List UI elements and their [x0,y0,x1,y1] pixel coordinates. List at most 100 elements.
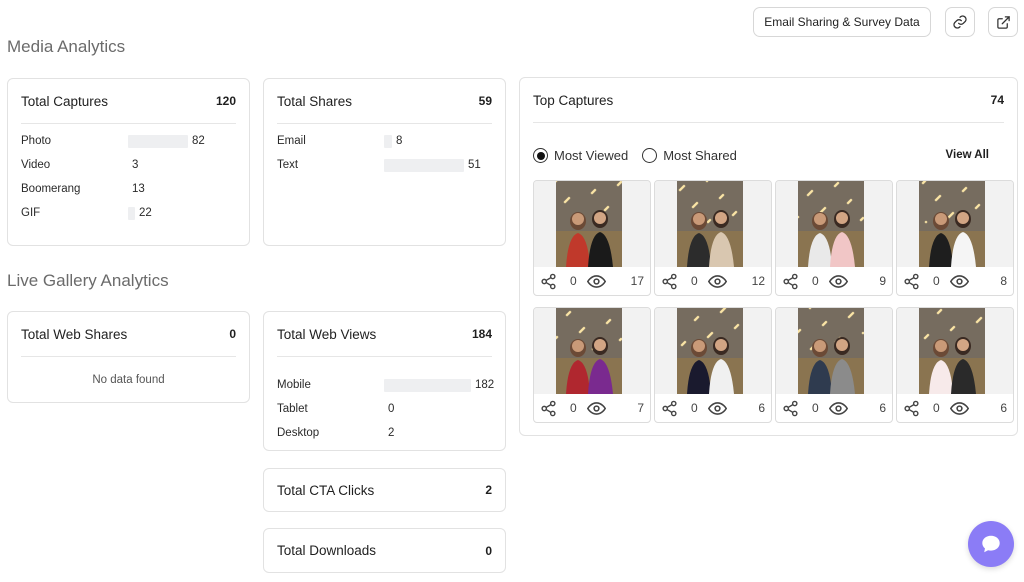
capture-thumbnail[interactable]: 0 12 [654,180,772,296]
stat-label: Desktop [277,427,320,439]
eye-icon [949,274,969,288]
email-sharing-survey-label: Email Sharing & Survey Data [764,15,920,29]
view-action[interactable] [707,272,727,291]
view-count: 6 [1000,401,1007,415]
stat-label: Mobile [277,379,311,391]
total-captures-count: 120 [215,94,236,108]
capture-thumbnail[interactable]: 0 6 [654,307,772,423]
stat-row: Mobile 182 [264,373,505,397]
media-analytics-title: Media Analytics [7,37,126,56]
view-action[interactable] [707,399,727,418]
capture-thumbnail[interactable]: 0 6 [775,307,893,423]
share-action[interactable] [540,400,557,417]
total-downloads-count: 0 [485,543,492,558]
share-icon [541,400,556,416]
external-link-icon [996,15,1010,29]
capture-stats: 0 6 [897,394,1013,422]
share-icon [662,400,677,416]
copy-link-button[interactable] [945,7,975,37]
view-count: 7 [637,401,644,415]
share-icon [783,400,798,416]
capture-stats: 0 8 [897,267,1013,295]
capture-stats: 0 6 [655,394,771,422]
total-cta-clicks-card: Total CTA Clicks 2 [263,468,506,512]
total-downloads-title: Total Downloads [277,543,377,558]
share-count: 0 [812,274,819,288]
capture-thumbnail[interactable]: 0 8 [896,180,1014,296]
eye-icon [586,401,606,415]
share-action[interactable] [782,273,799,290]
stat-label: Text [277,159,299,171]
stat-label: Tablet [277,403,308,415]
view-action[interactable] [949,399,969,418]
top-captures-title: Top Captures [533,92,614,108]
stat-bar [128,135,188,148]
capture-thumbnail[interactable]: 0 17 [533,180,651,296]
share-count: 0 [691,274,698,288]
view-all-link[interactable]: View All [946,149,989,161]
view-action[interactable] [586,399,606,418]
view-action[interactable] [586,272,606,291]
stat-row: Desktop 2 [264,421,505,445]
share-action[interactable] [661,400,678,417]
total-shares-count: 59 [478,94,492,108]
live-gallery-title: Live Gallery Analytics [7,271,169,290]
capture-photo [677,308,743,394]
capture-thumbnail[interactable]: 0 7 [533,307,651,423]
top-captures-grid: 0 17 0 12 0 9 0 8 0 7 0 6 0 6 0 6 [520,78,1017,435]
eye-icon [707,401,727,415]
filter-most-viewed-label: Most Viewed [554,148,629,163]
radio-selected-icon [533,148,548,163]
filter-most-shared[interactable]: Most Shared [642,148,737,163]
view-count: 6 [879,401,886,415]
stat-bar [384,135,392,148]
share-action[interactable] [782,400,799,417]
stat-bar [384,379,471,392]
open-external-button[interactable] [988,7,1018,37]
share-count: 0 [933,401,940,415]
capture-stats: 0 9 [776,267,892,295]
share-count: 0 [570,274,577,288]
link-icon [953,15,967,29]
stat-bar [384,159,464,172]
stat-row: Tablet 0 [264,397,505,421]
share-count: 0 [570,401,577,415]
filter-most-viewed[interactable]: Most Viewed [533,148,628,163]
share-action[interactable] [903,273,920,290]
view-action[interactable] [828,399,848,418]
stat-value: 3 [132,159,139,171]
share-action[interactable] [903,400,920,417]
capture-thumbnail[interactable]: 0 6 [896,307,1014,423]
share-count: 0 [812,401,819,415]
capture-photo [919,308,985,394]
email-sharing-survey-button[interactable]: Email Sharing & Survey Data [753,7,931,37]
eye-icon [586,274,606,288]
capture-stats: 0 17 [534,267,650,295]
stat-label: Photo [21,135,52,147]
stat-bar [128,207,135,220]
chat-bubble-icon [982,535,1000,553]
view-count: 8 [1000,274,1007,288]
capture-photo [677,181,743,267]
share-action[interactable] [661,273,678,290]
divider [533,122,1004,123]
total-web-shares-count: 0 [229,327,236,341]
stat-value: 13 [132,183,145,195]
capture-thumbnail[interactable]: 0 9 [775,180,893,296]
share-icon [541,273,556,289]
stat-row: Email 8 [264,129,505,153]
chat-button[interactable] [968,521,1014,567]
total-cta-clicks-count: 2 [485,483,492,497]
share-icon [662,273,677,289]
total-cta-clicks-title: Total CTA Clicks [277,482,375,498]
total-web-views-title: Total Web Views [277,326,377,342]
view-action[interactable] [828,272,848,291]
stat-row: Text 51 [264,153,505,177]
eye-icon [828,401,848,415]
capture-stats: 0 7 [534,394,650,422]
view-action[interactable] [949,272,969,291]
stat-value: 22 [139,207,152,219]
share-action[interactable] [540,273,557,290]
total-web-shares-card: Total Web Shares 0 No data found [7,311,250,403]
radio-unselected-icon [642,148,658,163]
